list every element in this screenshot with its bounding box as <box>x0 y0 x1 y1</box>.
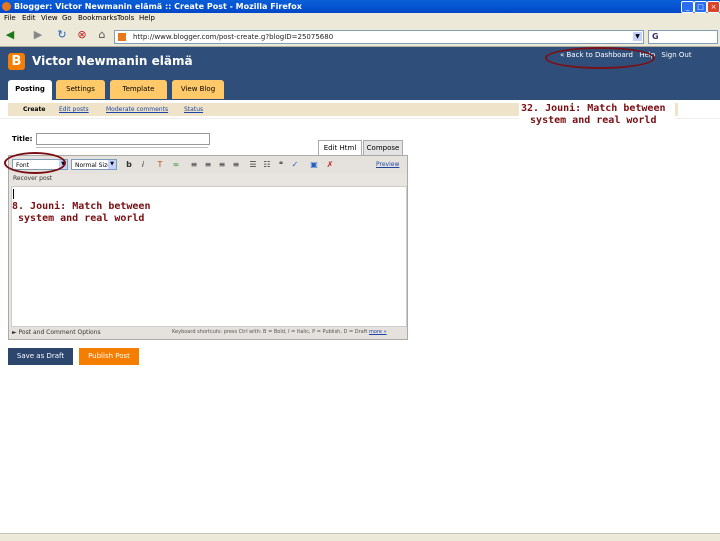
menu-file[interactable]: File <box>4 14 16 22</box>
title-label: Title: <box>12 135 33 143</box>
remove-formatting-icon[interactable]: ✗ <box>325 160 335 170</box>
bullet-list-icon[interactable]: ☷ <box>262 160 272 170</box>
annotation-32-line2: system and real world <box>530 115 657 126</box>
text-color-icon[interactable]: T <box>155 160 165 170</box>
italic-icon[interactable]: i <box>138 160 148 170</box>
annotation-ring-dashboard <box>545 47 655 69</box>
text-caret <box>13 189 14 199</box>
tab-view-blog[interactable]: View Blog <box>172 80 224 99</box>
minimize-icon[interactable]: _ <box>681 1 694 13</box>
spellcheck-icon[interactable]: ✓ <box>290 160 300 170</box>
menu-view[interactable]: View <box>41 14 58 22</box>
tab-compose[interactable]: Compose <box>363 140 403 156</box>
keyboard-shortcuts-text: Keyboard shortcuts: press Ctrl with: B =… <box>172 329 368 335</box>
blog-name: Victor Newmanin elämä <box>32 54 193 68</box>
chevron-down-icon[interactable]: ▼ <box>108 160 116 169</box>
annotation-32-line1: 32. Jouni: Match between <box>521 103 666 114</box>
subtab-status[interactable]: Status <box>184 106 203 113</box>
preview-link[interactable]: Preview <box>376 161 399 168</box>
bold-icon[interactable]: b <box>124 160 134 170</box>
blogger-logo-icon[interactable]: B <box>8 53 25 70</box>
subtab-moderate-comments[interactable]: Moderate comments <box>106 106 168 113</box>
menu-tools[interactable]: Tools <box>117 14 134 22</box>
firefox-icon <box>2 2 11 11</box>
save-as-draft-button[interactable]: Save as Draft <box>8 348 73 365</box>
align-left-icon[interactable]: ≡ <box>189 160 199 170</box>
menu-bookmarks[interactable]: Bookmarks <box>78 14 117 22</box>
search-engine-icon[interactable]: G <box>652 32 659 41</box>
post-options-toggle[interactable]: ► Post and Comment Options <box>12 329 101 336</box>
reload-icon[interactable]: ↻ <box>55 28 69 41</box>
address-bar[interactable]: http://www.blogger.com/post-create.g?blo… <box>114 30 644 44</box>
align-justify-icon[interactable]: ≡ <box>231 160 241 170</box>
annotation-8: 8. Jouni: Match between system and real … <box>12 201 150 225</box>
size-select[interactable]: Normal Size ▼ <box>71 159 117 170</box>
annotation-ring-font <box>4 152 66 174</box>
tab-template[interactable]: Template <box>110 80 167 99</box>
align-right-icon[interactable]: ≡ <box>217 160 227 170</box>
shortcuts-more-link[interactable]: more » <box>369 329 387 335</box>
window-title-bar: Blogger: Victor Newmanin elämä :: Create… <box>0 0 720 13</box>
maximize-icon[interactable]: □ <box>694 1 707 13</box>
search-input[interactable]: G <box>648 30 718 44</box>
home-icon[interactable]: ⌂ <box>95 28 109 41</box>
sign-out-link[interactable]: Sign Out <box>661 51 691 59</box>
close-icon[interactable]: × <box>707 1 720 13</box>
menu-go[interactable]: Go <box>62 14 72 22</box>
subtab-create[interactable]: Create <box>23 106 45 113</box>
align-center-icon[interactable]: ≡ <box>203 160 213 170</box>
tab-settings[interactable]: Settings <box>56 80 105 99</box>
window-title: Blogger: Victor Newmanin elämä :: Create… <box>14 2 302 11</box>
publish-post-button[interactable]: Publish Post <box>79 348 139 365</box>
recover-post-link[interactable]: Recover post <box>13 175 52 182</box>
blogger-favicon <box>118 33 126 41</box>
size-select-value: Normal Size <box>75 162 111 169</box>
tab-posting[interactable]: Posting <box>8 80 52 100</box>
menu-help[interactable]: Help <box>139 14 155 22</box>
link-icon[interactable]: ∞ <box>171 160 181 170</box>
address-url: http://www.blogger.com/post-create.g?blo… <box>133 33 334 41</box>
chevron-down-icon[interactable]: ▼ <box>633 32 642 41</box>
quote-icon[interactable]: ❝ <box>276 160 286 170</box>
annotation-32: 32. Jouni: Match between system and real… <box>521 103 666 127</box>
stop-icon[interactable]: ⊗ <box>75 28 89 41</box>
image-icon[interactable]: ▣ <box>309 160 319 170</box>
keyboard-shortcuts-hint: Keyboard shortcuts: press Ctrl with: B =… <box>172 329 387 335</box>
annotation-8-line2: system and real world <box>18 213 145 224</box>
numbered-list-icon[interactable]: ☰ <box>248 160 258 170</box>
menu-edit[interactable]: Edit <box>22 14 36 22</box>
back-icon[interactable]: ◀ <box>3 28 17 41</box>
title-input[interactable] <box>36 133 210 145</box>
subtab-edit-posts[interactable]: Edit posts <box>59 106 89 113</box>
forward-icon[interactable]: ▶ <box>31 28 45 41</box>
title-divider <box>36 147 208 148</box>
annotation-8-line1: 8. Jouni: Match between <box>12 201 151 212</box>
